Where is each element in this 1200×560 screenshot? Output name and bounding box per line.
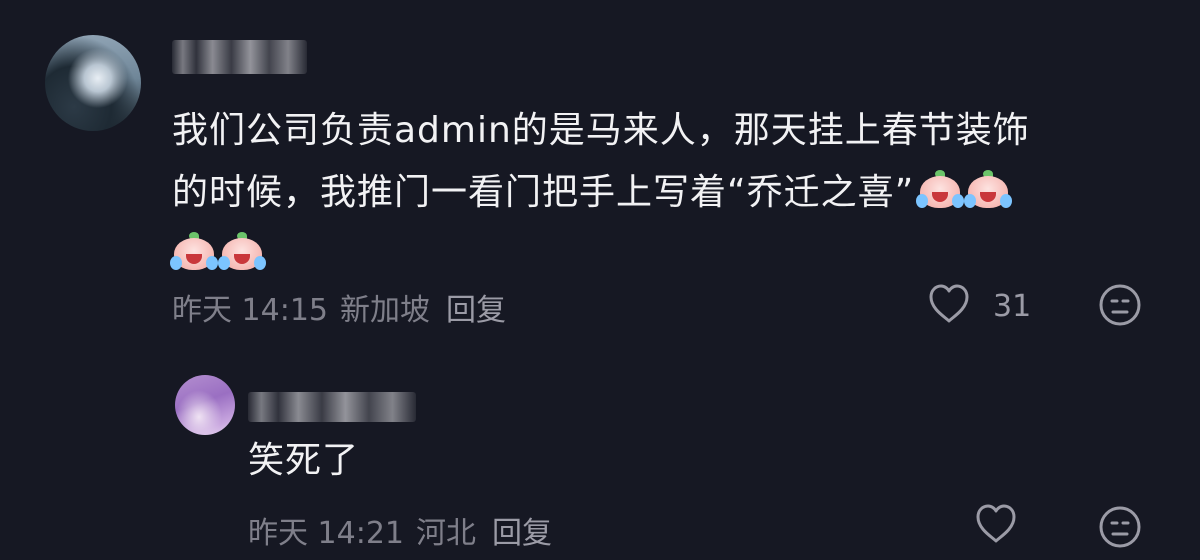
- avatar[interactable]: [175, 375, 235, 435]
- like-count: 31: [993, 288, 1032, 324]
- crying-laughing-emoji-icon: [964, 170, 1013, 210]
- comment-text-line: 我们公司负责admin的是马来人，那天挂上春节装饰: [172, 110, 1030, 151]
- comment-meta: 昨天 14:15 新加坡 回复: [172, 285, 518, 329]
- like-button[interactable]: [972, 500, 1020, 552]
- comment-text-line: 的时候，我推门一看门把手上写着“乔迁之喜”: [172, 162, 1162, 224]
- crying-laughing-emoji-icon: [916, 170, 965, 210]
- dislike-button[interactable]: [1098, 283, 1142, 327]
- heart-outline-icon: [925, 280, 973, 332]
- username-blurred[interactable]: [172, 40, 307, 74]
- meh-face-icon: [1098, 506, 1142, 553]
- comment-text-line: [170, 224, 1162, 286]
- comment-time: 昨天 14:15: [172, 293, 328, 328]
- crying-laughing-emoji-icon: [170, 232, 218, 272]
- comment-text: 笑死了: [248, 440, 360, 481]
- crying-laughing-emoji-icon: [218, 232, 266, 272]
- comment-text: 我们公司负责admin的是马来人，那天挂上春节装饰 的时候，我推门一看门把手上写…: [170, 100, 1162, 286]
- username-blurred[interactable]: [248, 392, 416, 422]
- avatar[interactable]: [45, 35, 141, 131]
- meh-face-icon: [1098, 284, 1142, 331]
- comment-item: 我们公司负责admin的是马来人，那天挂上春节装饰 的时候，我推门一看门把手上写…: [0, 0, 1200, 350]
- comment-time: 昨天 14:21: [248, 516, 404, 551]
- comment-location: 河北: [416, 516, 476, 551]
- heart-outline-icon: [972, 500, 1020, 552]
- reply-button[interactable]: 回复: [446, 293, 506, 328]
- reply-comment-item: 笑死了 昨天 14:21 河北 回复: [0, 350, 1200, 560]
- like-button[interactable]: 31: [925, 280, 1031, 332]
- comment-location: 新加坡: [340, 293, 430, 328]
- dislike-button[interactable]: [1098, 505, 1142, 549]
- comment-text-segment: 的时候，我推门一看门把手上写着“乔迁之喜”: [172, 172, 915, 213]
- reply-button[interactable]: 回复: [492, 516, 552, 551]
- comment-meta: 昨天 14:21 河北 回复: [248, 508, 564, 552]
